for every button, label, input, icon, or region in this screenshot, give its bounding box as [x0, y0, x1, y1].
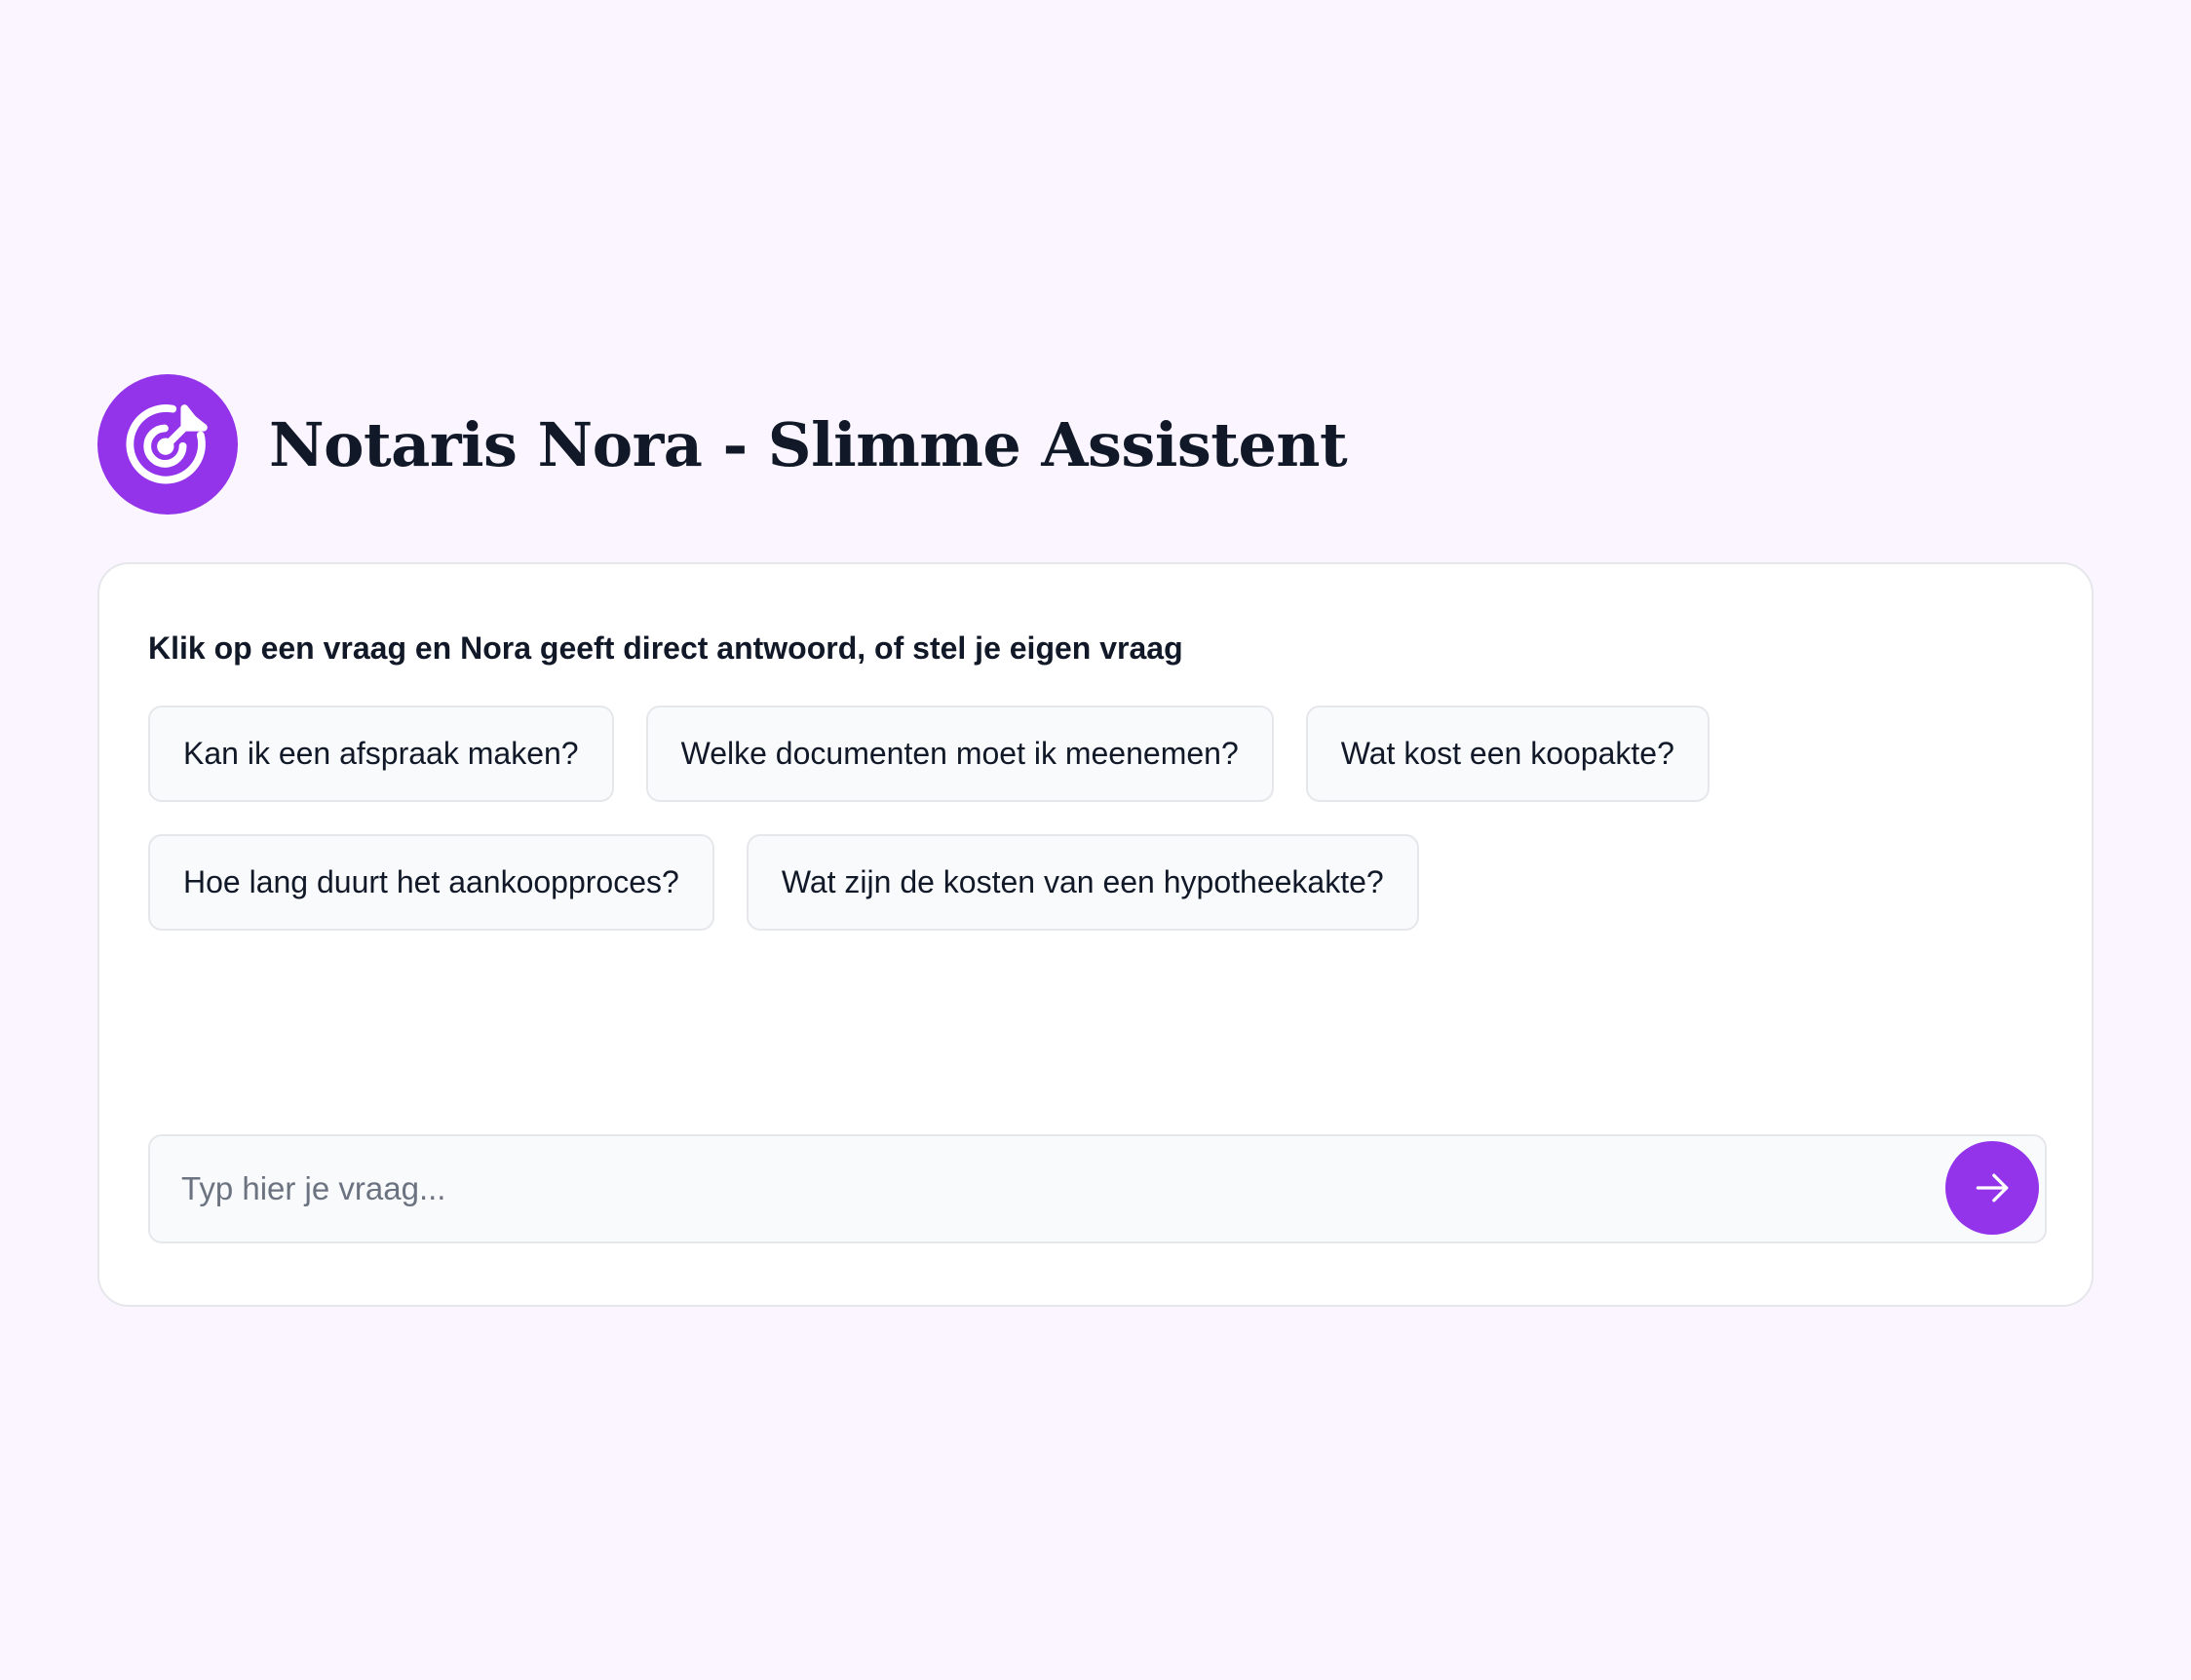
- page-title: Notaris Nora - Slimme Assistent: [269, 408, 1348, 480]
- message-input[interactable]: [150, 1136, 1924, 1241]
- send-button[interactable]: [1945, 1141, 2039, 1235]
- suggestion-documents-button[interactable]: Welke documenten moet ik meenemen?: [645, 706, 1274, 802]
- suggestion-appointment-button[interactable]: Kan ik een afspraak maken?: [148, 706, 614, 802]
- target-arrow-icon: [117, 394, 218, 495]
- logo: [97, 374, 238, 515]
- suggestion-purchase-duration-button[interactable]: Hoe lang duurt het aankoopproces?: [148, 834, 714, 931]
- header: Notaris Nora - Slimme Assistent: [97, 374, 1348, 515]
- chat-card: Klik op een vraag en Nora geeft direct a…: [97, 562, 2094, 1307]
- instruction-text: Klik op een vraag en Nora geeft direct a…: [148, 630, 1183, 666]
- suggestion-purchase-deed-cost-button[interactable]: Wat kost een koopakte?: [1305, 706, 1710, 802]
- message-input-container: [148, 1134, 2047, 1243]
- arrow-right-icon: [1971, 1166, 2014, 1209]
- suggestion-mortgage-deed-cost-button[interactable]: Wat zijn de kosten van een hypotheekakte…: [746, 834, 1419, 931]
- suggestion-list: Kan ik een afspraak maken? Welke documen…: [148, 706, 2000, 931]
